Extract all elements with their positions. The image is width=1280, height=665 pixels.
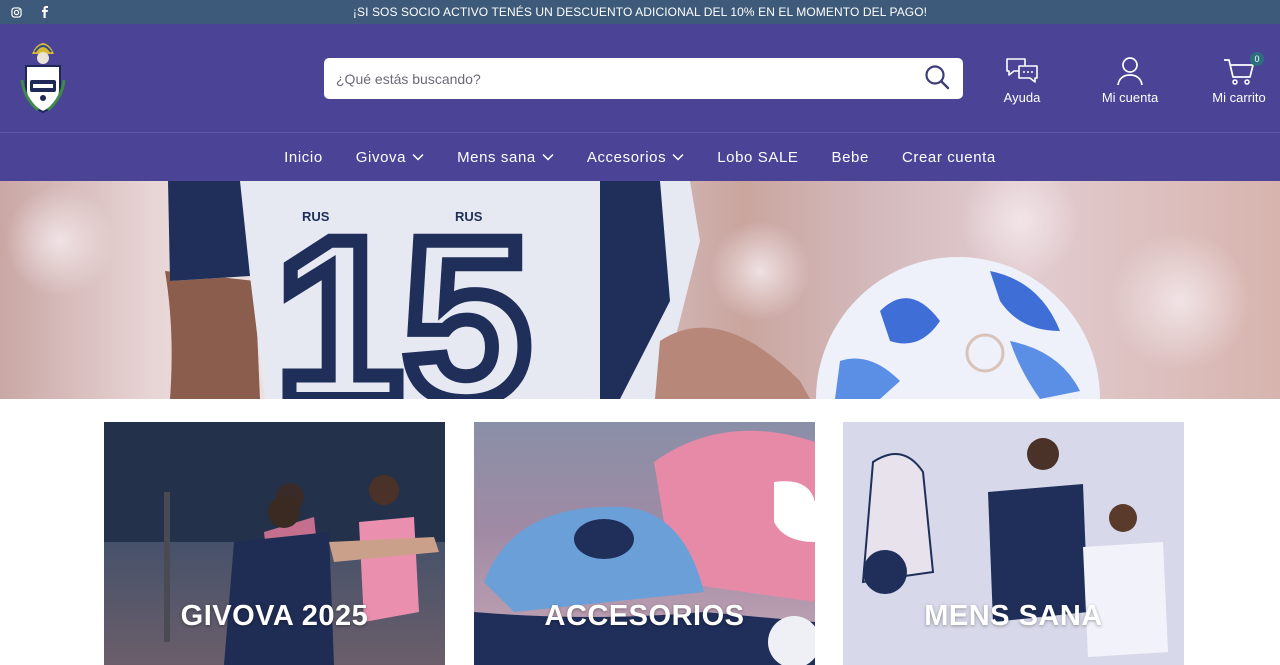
- instagram-icon[interactable]: [10, 6, 22, 18]
- promo-announcement: ¡SI SOS SOCIO ACTIVO TENÉS UN DESCUENTO …: [352, 5, 928, 19]
- nav-item-crear-cuenta[interactable]: Crear cuenta: [902, 149, 996, 166]
- cart-button[interactable]: 0 Mi carrito: [1206, 52, 1272, 105]
- sponsor-logo-left: RUS: [302, 209, 330, 224]
- search-bar: [324, 58, 963, 99]
- search-icon: [924, 64, 950, 95]
- chevron-down-icon: [412, 153, 424, 161]
- category-grid: GIVOVA 2025 ACCESORIOS MENS SANA: [104, 422, 1184, 665]
- nav-item-label: Mens sana: [457, 148, 536, 166]
- category-title: GIVOVA 2025: [180, 600, 369, 632]
- social-links: [10, 0, 50, 24]
- nav-item-lobo-sale[interactable]: Lobo SALE: [717, 149, 798, 166]
- help-label: Ayuda: [1003, 90, 1041, 105]
- club-crest-logo[interactable]: [18, 40, 68, 116]
- nav-item-label: Lobo SALE: [717, 148, 799, 166]
- cart-count-badge: 0: [1250, 52, 1264, 66]
- account-button[interactable]: Mi cuenta: [1096, 52, 1164, 105]
- site-header: Ayuda Mi cuenta 0 Mi carrito: [0, 24, 1280, 132]
- cart-label: Mi carrito: [1212, 90, 1266, 105]
- search-button[interactable]: [923, 64, 951, 95]
- sponsor-logo-right: RUS: [455, 209, 483, 224]
- category-card-mens-sana[interactable]: MENS SANA: [843, 422, 1184, 665]
- nav-item-inicio[interactable]: Inicio: [284, 149, 323, 166]
- nav-item-givova[interactable]: Givova: [356, 149, 424, 166]
- chevron-down-icon: [672, 153, 684, 161]
- search-input[interactable]: [336, 58, 896, 99]
- nav-item-label: Bebe: [831, 148, 869, 166]
- account-label: Mi cuenta: [1101, 90, 1159, 105]
- main-navigation: Inicio Givova Mens sana Accesorios Lobo …: [0, 132, 1280, 181]
- nav-item-label: Accesorios: [586, 148, 667, 166]
- chevron-down-icon: [542, 153, 554, 161]
- nav-item-label: Crear cuenta: [901, 148, 996, 166]
- facebook-icon[interactable]: [38, 6, 50, 18]
- category-title: ACCESORIOS: [544, 600, 745, 632]
- help-button[interactable]: Ayuda: [996, 52, 1048, 105]
- nav-item-mens-sana[interactable]: Mens sana: [457, 149, 554, 166]
- hero-image: 15 RUS RUS: [5, 181, 1250, 399]
- nav-item-label: Inicio: [284, 148, 323, 166]
- hero-banner[interactable]: 15 RUS RUS: [0, 181, 1280, 399]
- user-icon: [1116, 52, 1144, 86]
- category-title: MENS SANA: [924, 600, 1103, 632]
- announcement-bar: ¡SI SOS SOCIO ACTIVO TENÉS UN DESCUENTO …: [0, 0, 1280, 24]
- nav-item-bebe[interactable]: Bebe: [832, 149, 869, 166]
- nav-item-accesorios[interactable]: Accesorios: [587, 149, 684, 166]
- category-card-givova[interactable]: GIVOVA 2025: [104, 422, 445, 665]
- chat-bubbles-icon: [1005, 52, 1039, 86]
- nav-item-label: Givova: [355, 148, 407, 166]
- category-card-accesorios[interactable]: ACCESORIOS: [474, 422, 815, 665]
